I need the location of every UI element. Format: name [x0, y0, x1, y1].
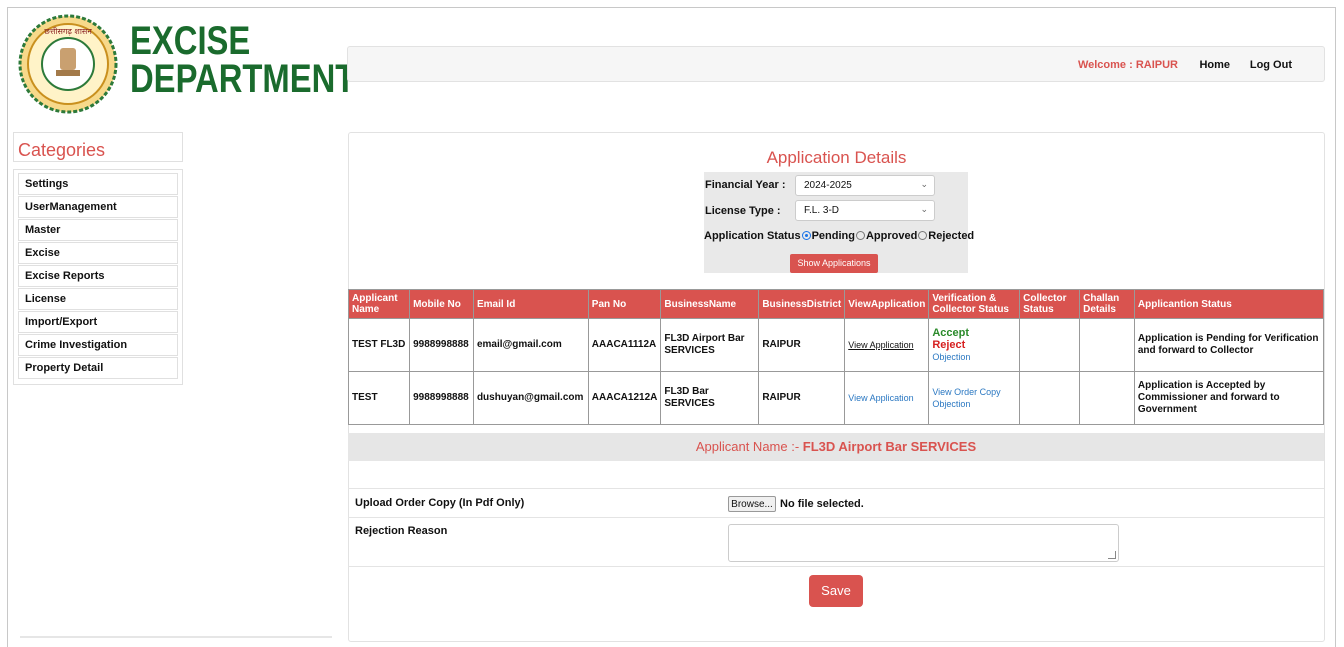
filter-box: Financial Year : 2024-2025 ⌄ License Typ… [704, 172, 974, 273]
cell-verification-status: Accept Reject Objection [928, 318, 1021, 372]
show-applications-button[interactable]: Show Applications [790, 254, 878, 273]
application-status-group: Application Status Pending Approved Rejecte… [704, 230, 974, 242]
save-button[interactable]: Save [809, 575, 863, 607]
categories-menu: Settings UserManagement Master Excise Ex… [13, 169, 183, 385]
sidebar-item-import-export[interactable]: Import/Export [18, 311, 178, 333]
column-header: BusinessDistrict [758, 289, 846, 319]
cell-email: dushuyan@gmail.com [472, 371, 589, 425]
sidebar-item-property-detail[interactable]: Property Detail [18, 357, 178, 379]
license-type-value: F.L. 3-D [804, 205, 840, 216]
cell-verification-status: View Order Copy Objection [928, 371, 1021, 425]
sidebar-item-excise[interactable]: Excise [18, 242, 178, 264]
financial-year-label: Financial Year : [705, 179, 786, 191]
license-type-select[interactable]: F.L. 3-D ⌄ [795, 200, 935, 221]
chevron-down-icon: ⌄ [920, 204, 928, 214]
logout-link[interactable]: Log Out [1250, 59, 1292, 71]
applicant-name-value: FL3D Airport Bar SERVICES [802, 439, 977, 454]
radio-rejected[interactable] [918, 231, 928, 240]
view-order-copy-link[interactable]: View Order Copy [932, 386, 1016, 398]
table-header-row: Applicant Name Mobile No Email Id Pan No… [347, 289, 1325, 319]
sidebar-divider [20, 636, 332, 638]
radio-approved-label: Approved [865, 230, 918, 242]
chevron-down-icon: ⌄ [920, 179, 928, 189]
resize-handle-icon[interactable] [1108, 551, 1116, 559]
objection-link[interactable]: Objection [932, 351, 1016, 363]
financial-year-select[interactable]: 2024-2025 ⌄ [795, 175, 935, 196]
department-logo: छत्तीसगढ़ शासन EXCISE DEPARTMENT [18, 14, 355, 114]
cell-email: email@gmail.com [472, 318, 589, 372]
cell-view-application: View Application [844, 371, 930, 425]
view-application-link[interactable]: View Application [848, 340, 913, 350]
column-header: Verification & Collector Status [928, 289, 1021, 319]
table-row: TEST 9988998888 dushuyan@gmail.com AAACA… [347, 371, 1325, 425]
cell-pan: AAACA1112A [587, 318, 662, 372]
radio-pending-label: Pending [811, 230, 855, 242]
categories-title: Categories [13, 132, 183, 162]
logo-line-2: DEPARTMENT [130, 57, 356, 101]
table-row: TEST FL3D 9988998888 email@gmail.com AAA… [347, 318, 1325, 372]
rejection-reason-label: Rejection Reason [355, 525, 448, 537]
view-application-link[interactable]: View Application [848, 393, 913, 403]
cell-challan-details [1079, 371, 1135, 425]
column-header: Collector Status [1019, 289, 1081, 319]
cell-application-status: Application is Pending for Verification … [1133, 318, 1325, 372]
column-header: ViewApplication [844, 289, 930, 319]
sidebar-item-license[interactable]: License [18, 288, 178, 310]
applications-table: Applicant Name Mobile No Email Id Pan No… [347, 289, 1325, 425]
column-header: Email Id [472, 289, 589, 319]
browse-button[interactable]: Browse... [728, 496, 776, 512]
objection-link[interactable]: Objection [932, 398, 1016, 410]
page-title: Application Details [766, 148, 907, 167]
license-type-label: License Type : [705, 205, 781, 217]
cell-business-name: FL3D Airport Bar SERVICES [660, 318, 760, 372]
column-header: Applicantion Status [1133, 289, 1325, 319]
top-nav-bar: Welcome : RAIPUR Home Log Out [347, 46, 1325, 82]
sidebar-item-crime-investigation[interactable]: Crime Investigation [18, 334, 178, 356]
column-header: BusinessName [660, 289, 760, 319]
sidebar-item-user-management[interactable]: UserManagement [18, 196, 178, 218]
logo-line-1: EXCISE [130, 19, 251, 63]
cell-applicant-name: TEST FL3D [347, 318, 411, 372]
cell-mobile: 9988998888 [409, 371, 474, 425]
cell-pan: AAACA1212A [587, 371, 662, 425]
cell-collector-status [1019, 318, 1081, 372]
home-link[interactable]: Home [1199, 59, 1230, 71]
upload-order-label: Upload Order Copy (In Pdf Only) [355, 497, 525, 509]
rejection-reason-textarea[interactable] [728, 524, 1119, 562]
cell-mobile: 9988998888 [409, 318, 474, 372]
cell-applicant-name: TEST [347, 371, 411, 425]
cell-challan-details [1079, 318, 1135, 372]
column-header: Applicant Name [347, 289, 411, 319]
divider [348, 488, 1324, 489]
radio-pending[interactable] [801, 231, 811, 240]
cell-application-status: Application is Accepted by Commissioner … [1133, 371, 1325, 425]
column-header: Challan Details [1079, 289, 1135, 319]
reject-link[interactable]: Reject [932, 339, 1016, 351]
application-status-label: Application Status [704, 230, 801, 242]
welcome-text: Welcome : RAIPUR [1077, 59, 1178, 71]
applicant-name-bar: Applicant Name :- FL3D Airport Bar SERVI… [348, 433, 1324, 461]
no-file-text: No file selected. [780, 498, 864, 510]
divider [348, 517, 1324, 518]
radio-approved[interactable] [855, 231, 865, 240]
cell-district: RAIPUR [758, 371, 846, 425]
accept-link[interactable]: Accept [932, 327, 1016, 339]
column-header: Pan No [587, 289, 662, 319]
sidebar-item-master[interactable]: Master [18, 219, 178, 241]
sidebar-item-settings[interactable]: Settings [18, 173, 178, 195]
cell-view-application: View Application [844, 318, 930, 372]
cell-district: RAIPUR [758, 318, 846, 372]
cell-business-name: FL3D Bar SERVICES [660, 371, 760, 425]
seal-text: छत्तीसगढ़ शासन [44, 26, 92, 36]
government-seal-icon: छत्तीसगढ़ शासन [18, 14, 118, 114]
applicant-name-prefix: Applicant Name :- [695, 439, 803, 454]
financial-year-value: 2024-2025 [804, 180, 852, 191]
sidebar-item-excise-reports[interactable]: Excise Reports [18, 265, 178, 287]
radio-rejected-label: Rejected [928, 230, 975, 242]
column-header: Mobile No [409, 289, 474, 319]
cell-collector-status [1019, 371, 1081, 425]
divider [348, 566, 1324, 567]
